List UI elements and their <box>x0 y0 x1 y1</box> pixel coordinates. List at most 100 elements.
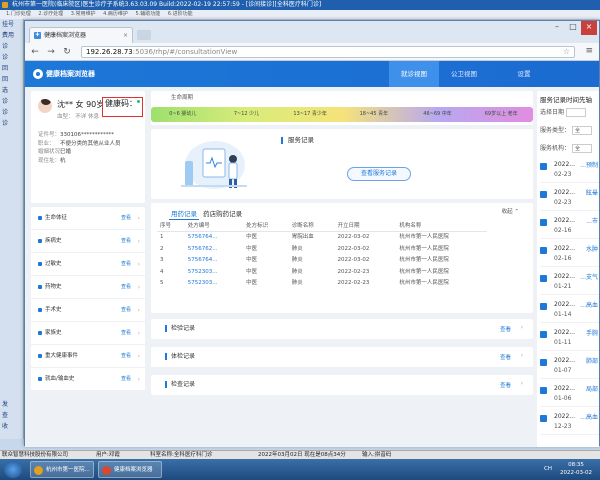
timeline-item[interactable]: 2022... 01-14 ...高血 <box>540 299 599 323</box>
menu-item[interactable]: 4.病历维护 <box>103 11 128 17</box>
view-link[interactable]: 查看 <box>121 276 131 299</box>
timeline-item[interactable]: 2022... 02-23 ...预制 <box>540 159 599 183</box>
timeline-item[interactable]: 2022... 01-06 局部 <box>540 383 599 407</box>
taskbar-item-his[interactable]: 杭州市第一医院... <box>30 461 94 478</box>
life-stage[interactable]: 0~6 婴幼儿 <box>151 107 215 122</box>
service-org-filter[interactable]: 服务机构：全 <box>540 143 593 153</box>
table-row[interactable]: 1 5756764... 中医 胃脘出血 2022-03-02 杭州市第一人民医… <box>157 232 487 244</box>
view-link[interactable]: 查看 <box>500 325 511 333</box>
close-icon[interactable]: × <box>581 21 597 35</box>
view-link[interactable]: 查看 <box>121 299 131 322</box>
life-stage[interactable]: 46~69 中年 <box>406 107 470 122</box>
table-row[interactable]: 2 5756762... 中医 肺炎 2022-03-02 杭州市第一人民医院 <box>157 244 487 256</box>
filter-value[interactable] <box>566 108 587 117</box>
start-button[interactable] <box>4 461 22 478</box>
timeline-item[interactable]: 2022... 02-16 水肿 <box>540 243 599 267</box>
input-language-indicator[interactable]: CH <box>544 466 552 472</box>
lab-records-panel[interactable]: 检验记录 查看 › <box>151 319 533 339</box>
outer-left-item[interactable]: 回 <box>0 74 23 85</box>
view-link[interactable]: 查看 <box>121 207 131 230</box>
table-row[interactable]: 4 5752303... 中医 肺炎 2022-02-23 杭州市第一人民医院 <box>157 267 487 279</box>
tab-medication-records[interactable]: 用药记录 <box>169 207 199 220</box>
life-stage[interactable]: 7~12 少儿 <box>215 107 279 122</box>
timeline-item[interactable]: 2022... 12-23 ...高血 <box>540 411 599 435</box>
column-header: 诊断名称 <box>288 221 335 232</box>
service-type-filter[interactable]: 服务类型：全 <box>540 125 593 135</box>
outer-left-item[interactable]: 费用 <box>0 30 23 41</box>
prescription-link[interactable]: 5756762... <box>185 244 243 256</box>
prescription-link[interactable]: 5756764... <box>185 255 243 267</box>
close-tab-icon[interactable]: × <box>123 28 128 43</box>
menu-item[interactable]: 1.门诊处理 <box>6 11 31 17</box>
new-tab-button[interactable] <box>137 30 151 40</box>
url-input[interactable]: 192.26.28.73:5036/rhp/#/consultationView… <box>81 46 575 58</box>
outer-left-item[interactable]: 收 <box>0 421 23 432</box>
view-link[interactable]: 查看 <box>121 368 131 391</box>
nav-public-health-view[interactable]: 公卫视图 <box>439 61 489 87</box>
date-filter[interactable]: 选择日期 <box>540 107 587 117</box>
table-row[interactable]: 5 5752303... 中医 肺炎 2022-02-23 杭州市第一人民医院 <box>157 278 487 290</box>
bookmark-star-icon[interactable]: ☆ <box>563 46 570 57</box>
table-cell: 4 <box>160 268 164 275</box>
reload-icon[interactable]: ↻ <box>61 46 73 58</box>
category-item[interactable]: 就血/输血史 查看 › <box>31 368 145 391</box>
back-icon[interactable]: ← <box>29 46 41 58</box>
outer-left-item[interactable]: 诊 <box>0 96 23 107</box>
outer-left-item[interactable]: 查 <box>0 410 23 421</box>
prescription-link[interactable]: 5752303... <box>185 278 243 290</box>
menu-item[interactable]: 5.辅助功能 <box>136 11 161 17</box>
category-item[interactable]: 药物史 查看 › <box>31 276 145 299</box>
timeline-item[interactable]: 2022... 01-07 肺部 <box>540 355 599 379</box>
view-link[interactable]: 查看 <box>121 253 131 276</box>
category-item[interactable]: 手术史 查看 › <box>31 299 145 322</box>
outer-left-item[interactable]: 发 <box>0 399 23 410</box>
browser-tab[interactable]: ✚ 健康档案浏览器 × <box>29 27 133 43</box>
timeline-item[interactable]: 2022... 01-11 手腕 <box>540 327 599 351</box>
outer-left-item[interactable]: 诊 <box>0 41 23 52</box>
view-service-record-button[interactable]: 查看服务记录 <box>347 167 411 181</box>
forward-icon[interactable]: → <box>45 46 57 58</box>
nav-settings[interactable]: 设置 <box>499 61 549 87</box>
filter-value[interactable]: 全 <box>572 126 593 135</box>
life-stage[interactable]: 69岁以上 老年 <box>469 107 533 122</box>
category-item[interactable]: 过敏史 查看 › <box>31 253 145 276</box>
timeline-item[interactable]: 2022... 01-21 ...支气 <box>540 271 599 295</box>
timeline-item[interactable]: 2022... 02-16 ...市 <box>540 215 599 239</box>
taskbar-item-browser[interactable]: 健康档案浏览器 <box>98 461 162 478</box>
view-link[interactable]: 查看 <box>121 345 131 368</box>
prescription-link[interactable]: 5756764... <box>185 232 243 244</box>
outer-left-item[interactable]: 诊 <box>0 52 23 63</box>
category-item[interactable]: 家族史 查看 › <box>31 322 145 345</box>
outer-left-item[interactable]: 诊 <box>0 118 23 129</box>
menu-item[interactable]: 3.常用维护 <box>71 11 96 17</box>
outer-left-item[interactable]: 选 <box>0 85 23 96</box>
view-link[interactable]: 查看 <box>121 230 131 253</box>
life-stage[interactable]: 18~45 青年 <box>342 107 406 122</box>
view-link[interactable]: 查看 <box>500 353 511 361</box>
outer-left-item[interactable]: 回 <box>0 63 23 74</box>
minimize-icon[interactable]: – <box>549 21 565 35</box>
maximize-icon[interactable]: □ <box>565 21 581 35</box>
menu-item[interactable]: 6.进阶功能 <box>168 11 193 17</box>
filter-value[interactable]: 全 <box>572 144 593 153</box>
life-stage[interactable]: 13~17 青少年 <box>278 107 342 122</box>
physical-exam-panel[interactable]: 体检记录 查看 › <box>151 347 533 367</box>
view-link[interactable]: 查看 <box>121 322 131 345</box>
nav-consultation-view[interactable]: 就诊视图 <box>389 61 439 87</box>
category-item[interactable]: 生命体征 查看 › <box>31 207 145 230</box>
category-item[interactable]: 疾病史 查看 › <box>31 230 145 253</box>
outer-left-item[interactable]: 诊 <box>0 107 23 118</box>
category-item[interactable]: 重大健康事件 查看 › <box>31 345 145 368</box>
collapse-toggle[interactable]: 收起 ⌃ <box>502 207 519 215</box>
table-row[interactable]: 3 5756764... 中医 肺炎 2022-03-02 杭州市第一人民医院 <box>157 255 487 267</box>
view-link[interactable]: 查看 <box>500 381 511 389</box>
taskbar-clock[interactable]: 08:35 2022-03-02 <box>560 461 592 477</box>
browser-menu-icon[interactable]: ≡ <box>585 46 593 56</box>
timeline-item[interactable]: 2022... 02-23 眩晕 <box>540 187 599 211</box>
outer-left-item[interactable]: 挂号 <box>0 19 23 30</box>
menu-item[interactable]: 2.诊疗处理 <box>38 11 63 17</box>
table-cell: 2022-03-02 <box>337 257 370 263</box>
tab-pharmacy-records[interactable]: 药店购药记录 <box>201 207 244 219</box>
prescription-link[interactable]: 5752303... <box>185 267 243 279</box>
exam-records-panel[interactable]: 检查记录 查看 › <box>151 375 533 395</box>
